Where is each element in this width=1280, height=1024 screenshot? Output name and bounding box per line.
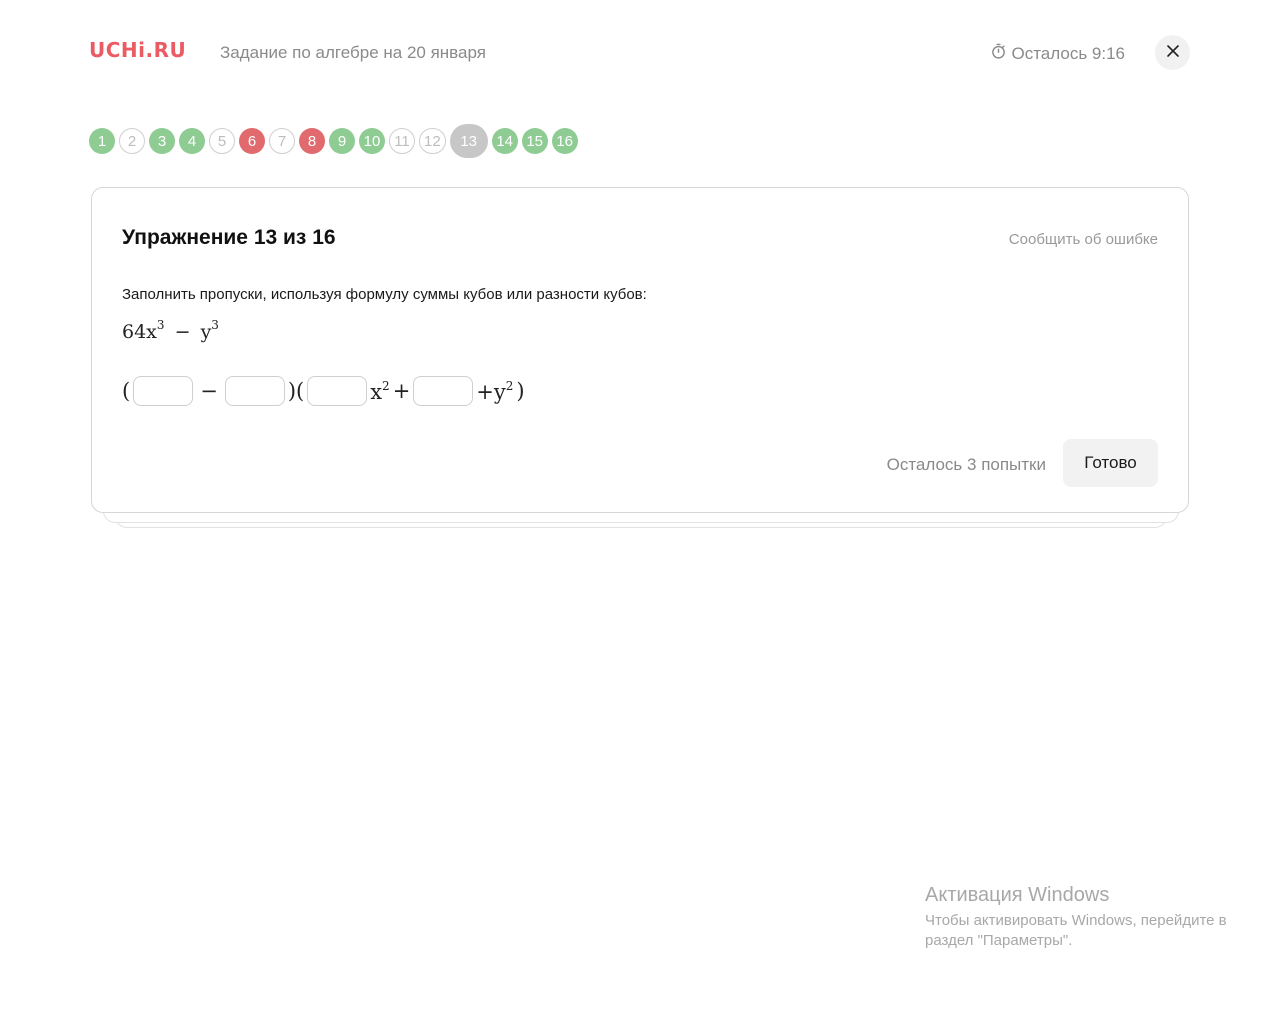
answer-var: +y bbox=[476, 379, 506, 404]
exercise-dot-7[interactable]: 7 bbox=[269, 128, 295, 154]
close-button[interactable] bbox=[1155, 35, 1190, 70]
answer-exponent: 2 bbox=[382, 378, 390, 393]
stopwatch-icon bbox=[990, 43, 1007, 65]
exercise-progress: 1 2 3 4 5 6 7 8 9 10 11 12 13 14 15 16 bbox=[89, 124, 578, 158]
expr-term: 64x bbox=[122, 321, 157, 343]
exercise-instruction: Заполнить пропуски, используя формулу су… bbox=[122, 286, 647, 303]
expr-operator: − bbox=[174, 321, 191, 343]
close-icon bbox=[1166, 44, 1180, 61]
expr-exponent: 3 bbox=[211, 318, 219, 332]
watermark-title: Активация Windows bbox=[925, 884, 1110, 906]
attempts-remaining: Осталось 3 попытки bbox=[886, 455, 1046, 474]
exercise-card: Упражнение 13 из 16 Сообщить об ошибке З… bbox=[91, 187, 1189, 513]
exercise-dot-15[interactable]: 15 bbox=[521, 128, 548, 154]
answer-operator: − bbox=[200, 379, 218, 403]
exercise-dot-8[interactable]: 8 bbox=[299, 128, 325, 154]
watermark-line: раздел "Параметры". bbox=[925, 932, 1073, 949]
exercise-dot-5[interactable]: 5 bbox=[209, 128, 235, 154]
windows-activation-watermark: Активация Windows Чтобы активировать Win… bbox=[925, 884, 1245, 951]
paren: ) bbox=[516, 379, 525, 403]
answer-input-1[interactable] bbox=[133, 376, 194, 406]
paren: )( bbox=[287, 379, 305, 403]
timer-label: Осталось 9:16 bbox=[1011, 44, 1125, 63]
answer-term-y: +y2 bbox=[476, 379, 513, 404]
exercise-dot-9[interactable]: 9 bbox=[329, 128, 355, 154]
answer-exponent: 2 bbox=[505, 378, 514, 393]
paren: ( bbox=[122, 379, 131, 403]
answer-term-x: x2 bbox=[370, 379, 389, 404]
answer-var: x bbox=[370, 379, 383, 404]
answer-input-2[interactable] bbox=[224, 376, 285, 406]
timer: Осталось 9:16 bbox=[990, 43, 1125, 65]
exercise-dot-3[interactable]: 3 bbox=[149, 128, 175, 154]
exercise-dot-1[interactable]: 1 bbox=[89, 128, 115, 154]
answer-input-3[interactable] bbox=[307, 376, 368, 406]
exercise-dot-12[interactable]: 12 bbox=[419, 128, 446, 154]
uchi-logo[interactable]: UCHi.RU bbox=[89, 38, 186, 62]
expr-term: y bbox=[200, 321, 212, 343]
expr-exponent: 3 bbox=[156, 318, 165, 332]
done-button[interactable]: Готово bbox=[1063, 439, 1158, 487]
exercise-dot-11[interactable]: 11 bbox=[389, 128, 415, 154]
answer-operator: + bbox=[392, 379, 411, 403]
exercise-title: Упражнение 13 из 16 bbox=[122, 226, 336, 249]
exercise-dot-2[interactable]: 2 bbox=[119, 128, 145, 154]
answer-input-4[interactable] bbox=[413, 376, 474, 406]
answer-row: ( − )( x2 + +y2 ) bbox=[122, 376, 525, 406]
page: UCHi.RU Задание по алгебре на 20 января … bbox=[0, 0, 1280, 1024]
task-title: Задание по алгебре на 20 января bbox=[220, 43, 486, 62]
exercise-dot-6[interactable]: 6 bbox=[239, 128, 265, 154]
watermark-line: Чтобы активировать Windows, перейдите в bbox=[925, 912, 1227, 929]
exercise-dot-14[interactable]: 14 bbox=[491, 128, 518, 154]
exercise-dot-4[interactable]: 4 bbox=[179, 128, 205, 154]
exercise-dot-16[interactable]: 16 bbox=[551, 128, 578, 154]
report-error-link[interactable]: Сообщить об ошибке bbox=[1009, 231, 1158, 248]
exercise-dot-13[interactable]: 13 bbox=[449, 124, 488, 158]
exercise-dot-10[interactable]: 10 bbox=[359, 128, 385, 154]
given-expression: 64x3 − y3 bbox=[122, 318, 219, 343]
